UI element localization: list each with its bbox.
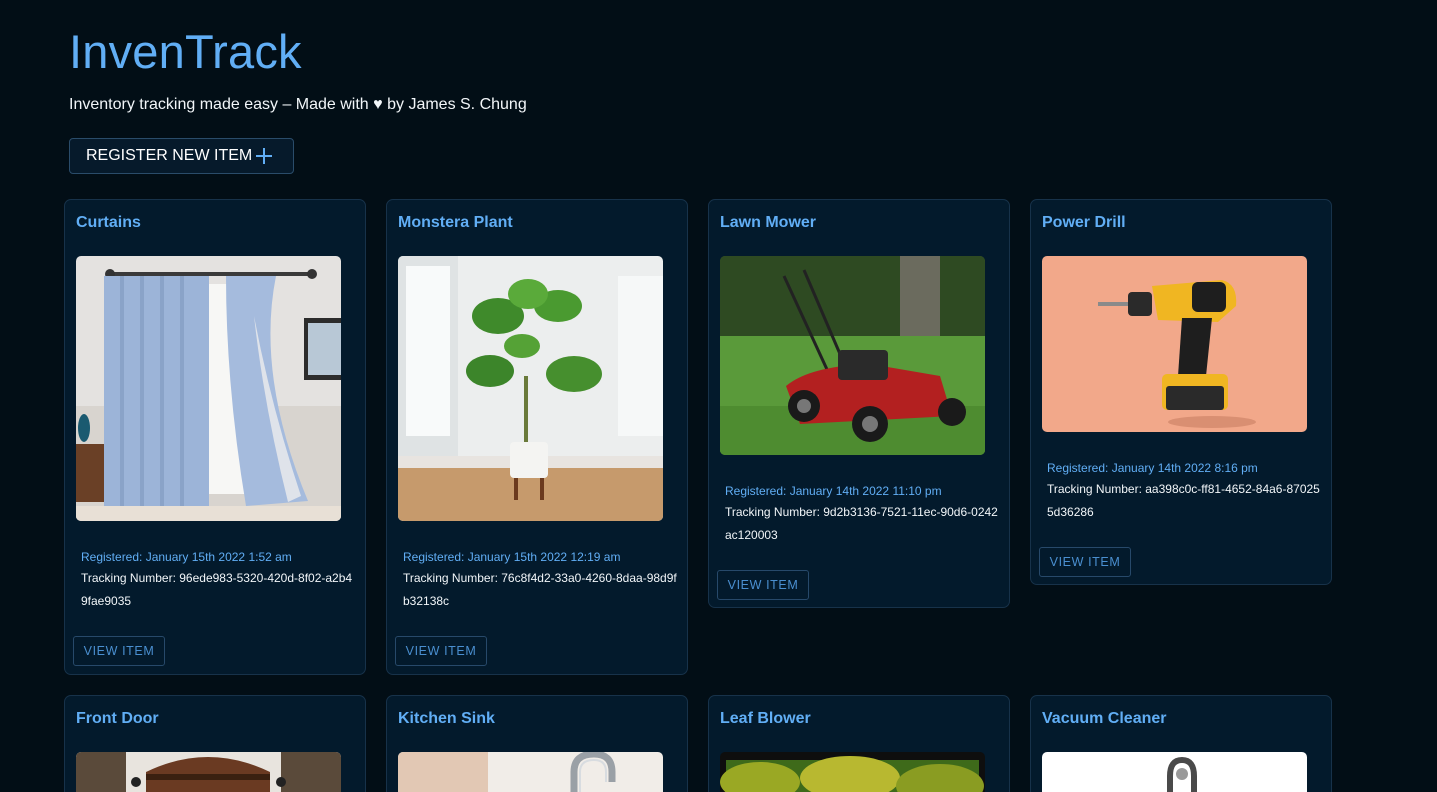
plus-icon <box>256 148 273 164</box>
tracking-number: Tracking Number: aa398c0c-ff81-4652-84a6… <box>1047 482 1320 519</box>
item-card-leaf-blower: Leaf Blower <box>708 695 1010 792</box>
item-card-power-drill: Power Drill Registered: January 14th 202… <box>1030 199 1332 585</box>
item-card-lawn-mower: Lawn Mower Registered: January 14th 2022… <box>708 199 1010 608</box>
inventory-page: InvenTrack Inventory tracking made easy … <box>0 0 1437 792</box>
tracking-number: Tracking Number: 96ede983-5320-420d-8f02… <box>81 571 353 608</box>
item-title: Leaf Blower <box>720 710 811 727</box>
registered-date: Registered: January 15th 2022 12:19 am <box>403 550 621 564</box>
front-door-image[interactable] <box>76 752 341 792</box>
item-title: Kitchen Sink <box>398 710 495 727</box>
register-new-item-button[interactable]: REGISTER NEW ITEM <box>69 138 294 174</box>
item-title: Lawn Mower <box>720 214 817 231</box>
vacuum-cleaner-image[interactable] <box>1042 752 1307 792</box>
item-card-front-door: Front Door <box>64 695 366 792</box>
tracking-number: Tracking Number: 76c8f4d2-33a0-4260-8daa… <box>403 571 677 608</box>
app-title: InvenTrack <box>69 25 302 78</box>
item-title: Power Drill <box>1042 214 1126 231</box>
view-item-button[interactable]: VIEW ITEM <box>1039 547 1131 577</box>
lawn-mower-image[interactable] <box>720 256 985 455</box>
curtains-image[interactable] <box>76 256 341 521</box>
view-item-button[interactable]: VIEW ITEM <box>73 636 165 666</box>
registered-date: Registered: January 14th 2022 11:10 pm <box>725 484 942 498</box>
view-item-button[interactable]: VIEW ITEM <box>395 636 487 666</box>
monstera-plant-image[interactable] <box>398 256 663 521</box>
item-card-kitchen-sink: Kitchen Sink <box>386 695 688 792</box>
register-button-label: REGISTER NEW ITEM <box>86 147 253 164</box>
item-title: Vacuum Cleaner <box>1042 710 1167 727</box>
registered-date: Registered: January 15th 2022 1:52 am <box>81 550 292 564</box>
tracking-number: Tracking Number: 9d2b3136-7521-11ec-90d6… <box>725 505 998 542</box>
item-title: Front Door <box>76 710 159 727</box>
item-title: Curtains <box>76 214 141 231</box>
view-item-button[interactable]: VIEW ITEM <box>717 570 809 600</box>
item-title: Monstera Plant <box>398 214 513 231</box>
tagline: Inventory tracking made easy – Made with… <box>69 96 527 113</box>
registered-date: Registered: January 14th 2022 8:16 pm <box>1047 461 1258 475</box>
leaf-blower-image[interactable] <box>720 752 985 792</box>
item-card-monstera-plant: Monstera Plant Registered: January 15th … <box>386 199 688 675</box>
item-card-vacuum-cleaner: Vacuum Cleaner <box>1030 695 1332 792</box>
power-drill-image[interactable] <box>1042 256 1307 432</box>
item-card-curtains: Curtains Registered: January 15th 2022 1… <box>64 199 366 675</box>
kitchen-sink-image[interactable] <box>398 752 663 792</box>
